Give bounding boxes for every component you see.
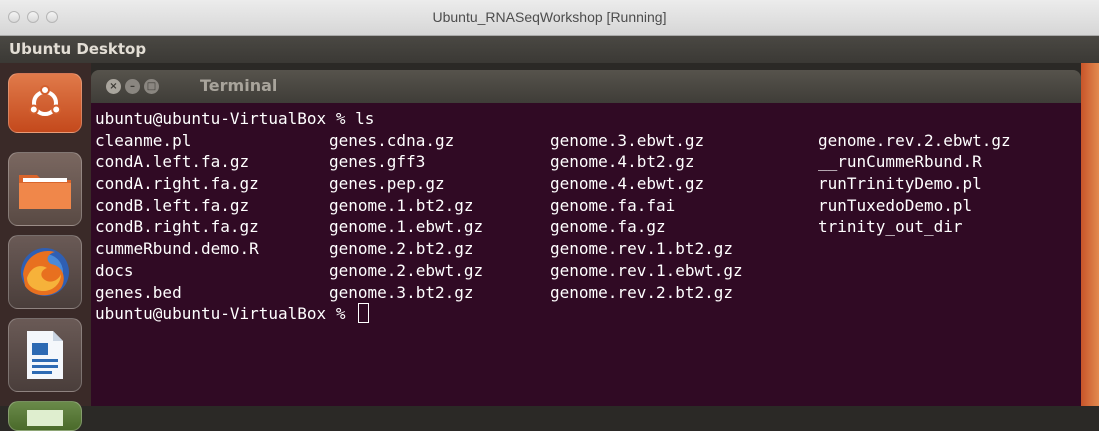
file-name: __runCummeRbund.R	[818, 152, 982, 172]
terminal-window: × – □ Terminal ubuntu@ubuntu-VirtualBox …	[91, 70, 1081, 406]
terminal-titlebar[interactable]: × – □ Terminal	[91, 70, 1081, 103]
close-icon: ×	[109, 81, 118, 92]
file-name: genome.2.bt2.gz	[329, 239, 474, 259]
ubuntu-top-panel: Ubuntu Desktop	[0, 36, 1099, 63]
minimize-icon: –	[130, 81, 135, 92]
file-name: genome.fa.gz	[550, 217, 666, 237]
file-name: genome.4.bt2.gz	[550, 152, 695, 172]
file-name: trinity_out_dir	[818, 217, 963, 237]
firefox-icon	[21, 248, 69, 296]
file-name: runTrinityDemo.pl	[818, 174, 982, 194]
spreadsheet-icon	[27, 410, 63, 426]
listing-row: condA.right.fa.gz genes.pep.gz genome.4.eb…	[95, 173, 1011, 195]
desktop-background	[1081, 63, 1099, 406]
file-name: genome.2.ebwt.gz	[329, 260, 484, 280]
unity-launcher	[0, 63, 91, 431]
terminal-output-area[interactable]: ubuntu@ubuntu-VirtualBox % ls cleanme.pl…	[91, 103, 1081, 406]
listing-row: condA.left.fa.gz genes.gff3 genome.4.bt2.g…	[95, 151, 1011, 173]
writer-launcher-button[interactable]	[8, 318, 82, 392]
file-name: genome.fa.fai	[550, 195, 676, 215]
terminal-close-button[interactable]: ×	[106, 79, 121, 94]
firefox-launcher-button[interactable]	[8, 235, 82, 309]
terminal-text: ubuntu@ubuntu-VirtualBox % ls cleanme.pl…	[95, 108, 1011, 325]
listing-row: genes.bed genome.3.bt2.gz genome.rev.2.bt2…	[95, 282, 1011, 304]
prompt: ubuntu@ubuntu-VirtualBox %	[95, 304, 356, 324]
file-name: genome.rev.2.bt2.gz	[550, 282, 734, 302]
host-window-title: Ubuntu_RNASeqWorkshop [Running]	[432, 9, 667, 25]
file-name: genome.1.bt2.gz	[329, 195, 474, 215]
file-name: genes.bed	[95, 282, 182, 302]
file-name: condA.right.fa.gz	[95, 174, 259, 194]
file-name: condA.left.fa.gz	[95, 152, 250, 172]
listing-row: cleanme.pl genes.cdna.gz genome.3.ebwt.gz g…	[95, 130, 1011, 152]
files-launcher-button[interactable]	[8, 152, 82, 226]
file-name: genome.4.ebwt.gz	[550, 174, 705, 194]
terminal-title: Terminal	[200, 76, 278, 95]
terminal-maximize-button[interactable]: □	[144, 79, 159, 94]
host-window-titlebar: Ubuntu_RNASeqWorkshop [Running]	[0, 0, 1099, 36]
file-name: genes.gff3	[329, 152, 426, 172]
file-name: genome.1.ebwt.gz	[329, 217, 484, 237]
maximize-icon: □	[146, 81, 157, 92]
file-name: condB.right.fa.gz	[95, 217, 259, 237]
file-name: cleanme.pl	[95, 130, 192, 150]
file-name: genome.3.bt2.gz	[329, 282, 474, 302]
file-name: docs	[95, 260, 134, 280]
file-name: genome.rev.2.ebwt.gz	[818, 130, 1011, 150]
text-cursor	[358, 303, 370, 324]
terminal-window-controls: × – □	[106, 79, 159, 94]
input-line[interactable]: ubuntu@ubuntu-VirtualBox %	[95, 303, 1011, 325]
command: ls	[355, 109, 375, 128]
writer-document-icon	[27, 331, 63, 379]
listing-row: condB.right.fa.gz genome.1.ebwt.gz genome.…	[95, 216, 1011, 238]
listing-row: docs genome.2.ebwt.gz genome.rev.1.ebwt.gz	[95, 260, 1011, 282]
listing-row: cummeRbund.demo.R genome.2.bt2.gz genome.r…	[95, 238, 1011, 260]
command-line: ubuntu@ubuntu-VirtualBox % ls	[95, 108, 1011, 130]
file-name: runTuxedoDemo.pl	[818, 195, 973, 215]
folder-icon	[19, 175, 71, 209]
file-name: cummeRbund.demo.R	[95, 239, 259, 259]
panel-title: Ubuntu Desktop	[9, 40, 147, 58]
terminal-minimize-button[interactable]: –	[125, 79, 140, 94]
prompt: ubuntu@ubuntu-VirtualBox %	[95, 109, 356, 128]
file-name: genome.3.ebwt.gz	[550, 130, 705, 150]
listing-row: condB.left.fa.gz genome.1.bt2.gz genome.fa…	[95, 195, 1011, 217]
file-name: genome.rev.1.bt2.gz	[550, 239, 734, 259]
dash-home-button[interactable]	[8, 73, 82, 133]
file-name: condB.left.fa.gz	[95, 195, 250, 215]
ubuntu-logo-icon	[28, 85, 62, 116]
file-name: genes.pep.gz	[329, 174, 445, 194]
file-name: genome.rev.1.ebwt.gz	[550, 260, 743, 280]
file-name: genes.cdna.gz	[329, 130, 455, 150]
